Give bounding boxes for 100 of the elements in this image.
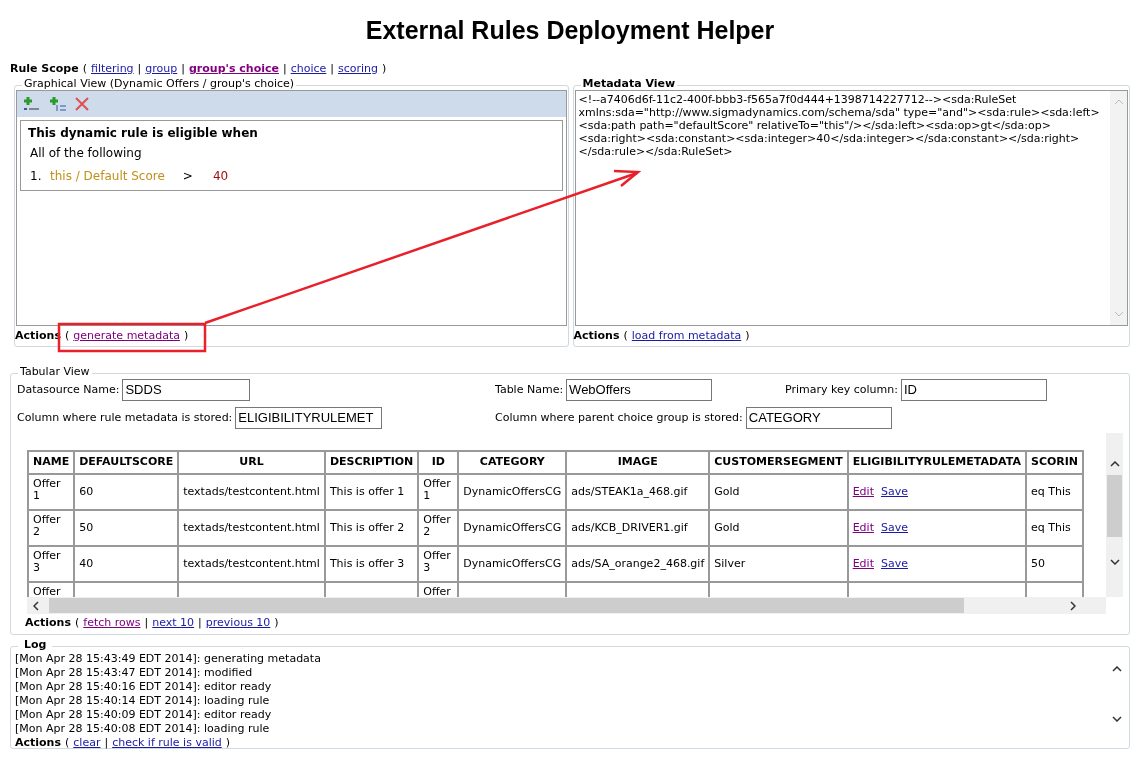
table-cell: eq This	[1026, 475, 1083, 509]
condition-value[interactable]: 40	[212, 167, 229, 185]
table-cell: ads/KCB_DRIVER1.gif	[567, 511, 709, 545]
parenthesis: )	[274, 614, 279, 631]
parenthesis: )	[183, 327, 189, 344]
add-condition-icon[interactable]	[23, 96, 41, 112]
delete-icon[interactable]	[75, 97, 89, 111]
action-link[interactable]: generate metadata	[73, 327, 180, 345]
row-link[interactable]: Save	[880, 484, 908, 498]
panel-title: Log	[18, 639, 53, 651]
column-header[interactable]: IMAGE	[567, 452, 709, 473]
scrollbar-thumb[interactable]	[1107, 475, 1122, 537]
parenthesis: )	[225, 734, 231, 751]
table-cell: Gold	[710, 511, 847, 545]
column-header[interactable]: DESCRIPTION	[325, 452, 418, 473]
table-cell: textads/testcontent.html	[179, 511, 324, 545]
add-group-icon[interactable]	[49, 96, 67, 112]
table-cell: This is offer 1	[325, 475, 418, 509]
condition-operator[interactable]: >	[182, 167, 193, 185]
table-cell: ads/SA_orange2_468.gif	[567, 547, 709, 581]
action-link[interactable]: check if rule is valid	[112, 734, 222, 752]
log-entry: [Mon Apr 28 15:40:09 EDT 2014]: editor ready	[15, 708, 273, 722]
action-link[interactable]: fetch rows	[83, 614, 141, 632]
table-cell: Offer	[419, 583, 458, 597]
action-link[interactable]: next 10	[152, 614, 195, 632]
panel-title: Graphical View (Dynamic Offers / group's choice)	[22, 78, 297, 90]
row-link[interactable]: Edit	[852, 520, 874, 534]
page-title: External Rules Deployment Helper	[365, 15, 775, 47]
text-field[interactable]: ID	[900, 379, 1047, 401]
parenthesis: (	[65, 327, 70, 344]
table-cell: 60	[75, 475, 178, 509]
panel-title: Tabular View	[18, 366, 92, 378]
vertical-scrollbar[interactable]	[1106, 433, 1123, 597]
field-label: Column where parent choice group is stored:	[495, 409, 743, 426]
scroll-down-icon[interactable]	[1109, 559, 1120, 565]
log-entry: [Mon Apr 28 15:40:14 EDT 2014]: loading rule	[15, 694, 271, 708]
table-cell: 40	[75, 547, 178, 581]
separator: |	[330, 60, 335, 77]
table-cell: This is offer 3	[325, 547, 418, 581]
column-header[interactable]: CUSTOMERSEGMENT	[710, 452, 847, 473]
action-link[interactable]: load from metadata	[631, 327, 742, 345]
scope-tab[interactable]: scoring	[338, 60, 379, 78]
separator: |	[198, 614, 202, 631]
log-entry: [Mon Apr 28 15:43:49 EDT 2014]: generating metadata	[15, 652, 322, 666]
action-link[interactable]: previous 10	[205, 614, 271, 632]
action-link[interactable]: clear	[73, 734, 101, 752]
table-cell: Offer 1	[29, 475, 74, 509]
scrollbar-thumb[interactable]	[49, 598, 964, 613]
table-cell: Offer 3	[419, 547, 458, 581]
text-field[interactable]: CATEGORY	[745, 407, 892, 429]
table-cell: Offer	[29, 583, 74, 597]
scope-label: Rule Scope	[10, 60, 79, 77]
scope-tab[interactable]: filtering	[91, 60, 134, 78]
table-cell: textads/testcontent.html	[179, 475, 324, 509]
column-header[interactable]: DEFAULTSCORE	[75, 452, 178, 473]
table-cell: Offer 1	[419, 475, 458, 509]
text-field[interactable]: WebOffers	[566, 379, 713, 401]
log-entry: [Mon Apr 28 15:40:16 EDT 2014]: editor ready	[15, 680, 273, 694]
text-field[interactable]: ELIGIBILITYRULEMET	[235, 407, 383, 429]
scroll-right-icon[interactable]	[1070, 600, 1076, 611]
table-cell: DynamicOffersCG	[459, 511, 566, 545]
rule-heading: This dynamic rule is eligible when	[28, 125, 259, 142]
row-link[interactable]: Edit	[852, 484, 874, 498]
column-header[interactable]: ID	[419, 452, 458, 473]
parenthesis: )	[382, 60, 387, 77]
condition-number: 1.	[30, 168, 43, 185]
table-cell: DynamicOffersCG	[459, 547, 566, 581]
separator: |	[282, 60, 287, 77]
panel-title: Metadata View	[580, 78, 678, 90]
table-cell: eq This	[1026, 511, 1083, 545]
parenthesis: (	[75, 614, 80, 631]
table-cell: Offer 2	[419, 511, 458, 545]
column-header[interactable]: SCORIN	[1026, 452, 1083, 473]
row-link[interactable]: Save	[880, 520, 908, 534]
column-header[interactable]: CATEGORY	[459, 452, 566, 473]
scope-tab[interactable]: group	[145, 60, 178, 78]
scroll-left-icon[interactable]	[33, 600, 39, 611]
text-field[interactable]: SDDS	[122, 379, 251, 401]
row-link[interactable]: Save	[880, 556, 908, 570]
scroll-up-icon[interactable]	[1109, 461, 1120, 467]
metadata-text: <!--a7406d6f-11c2-400f-bbb3-f565a7f0d444+1398714227712--><sda:RuleSet xmlns:sda="http://www.sigmadynamics.com/schema/sda" type="and"><sda:rule><sda:left><sda:path path="defaultScore" relativeTo="this"/></sda:left><sda:op>gt</sda:op><sda:right><sda:constant><sda:integer>40</sda:integer></sda:constant></sda:right></sda:rule></sda:RuleSet>	[578, 93, 1101, 158]
scroll-down-icon[interactable]	[1111, 716, 1122, 722]
table-cell: 50	[75, 511, 178, 545]
actions-label: Actions	[15, 734, 61, 751]
table-cell: Offer 2	[29, 511, 74, 545]
scroll-up-icon[interactable]	[1111, 666, 1122, 672]
scope-tab[interactable]: group's choice	[189, 60, 279, 78]
field-label: Primary key column:	[785, 381, 898, 398]
table-cell: This is offer 2	[325, 511, 418, 545]
separator: |	[144, 614, 149, 631]
row-link[interactable]: Edit	[852, 556, 874, 570]
column-header[interactable]: ELIGIBILITYRULEMETADATA	[848, 452, 1025, 473]
horizontal-scrollbar[interactable]	[27, 597, 1106, 614]
separator: |	[104, 734, 109, 751]
actions-label: Actions	[25, 614, 71, 631]
scope-tab[interactable]: choice	[290, 60, 327, 78]
column-header[interactable]: NAME	[29, 452, 74, 473]
column-header[interactable]: URL	[179, 452, 324, 473]
log-entry: [Mon Apr 28 15:40:08 EDT 2014]: loading rule	[15, 722, 271, 736]
actions-label: Actions	[573, 327, 620, 344]
